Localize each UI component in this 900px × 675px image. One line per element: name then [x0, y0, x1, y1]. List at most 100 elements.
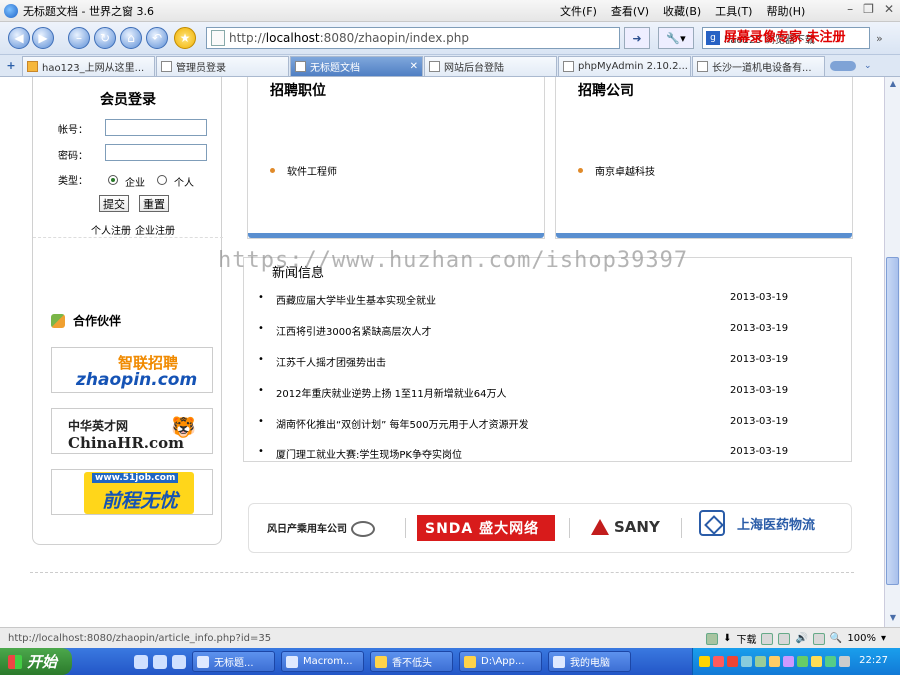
company-item[interactable]: 南京卓越科技: [578, 163, 655, 178]
maximize-icon[interactable]: ❐: [863, 2, 874, 16]
menu-favorites[interactable]: 收藏(B): [663, 3, 701, 19]
zoom-dropdown-icon[interactable]: ▾: [881, 633, 886, 644]
scroll-thumb[interactable]: [886, 257, 899, 585]
sany-logo[interactable]: SANY: [591, 518, 660, 536]
quicklaunch-icon[interactable]: [172, 654, 186, 669]
monitor-icon[interactable]: [812, 632, 825, 645]
taskbar-button-my-computer[interactable]: 我的电脑: [548, 651, 631, 672]
tray-icon[interactable]: [727, 656, 738, 667]
taskbar-button-app-folder[interactable]: D:\App...: [459, 651, 542, 672]
undo-icon[interactable]: ↶: [146, 27, 168, 49]
news-item-title[interactable]: 2012年重庆就业逆势上扬 1至11月新增就业64万人: [276, 385, 506, 400]
snda-logo[interactable]: SNDA 盛大网络: [417, 515, 555, 541]
tray-icon[interactable]: [839, 656, 850, 667]
download-label[interactable]: 下载: [736, 631, 756, 646]
forward-icon[interactable]: ▶: [32, 27, 54, 49]
refresh-icon[interactable]: ↻: [94, 27, 116, 49]
account-input[interactable]: [105, 119, 207, 136]
type-radio-person[interactable]: [157, 175, 167, 185]
51job-logo[interactable]: www.51job.com 前程无忧: [51, 469, 213, 515]
quick-launch: [134, 654, 186, 669]
zoom-level[interactable]: 100%: [847, 633, 876, 644]
taskbar-button-folder[interactable]: 香不低头: [370, 651, 453, 672]
taskbar-button-browser[interactable]: 无标题...: [192, 651, 275, 672]
taskbar: 开始 无标题... Macrom... 香不低头 D:\App... 我的电脑 …: [0, 648, 900, 675]
page-icon[interactable]: [761, 632, 774, 645]
new-tab-icon[interactable]: +: [0, 59, 22, 72]
tray-icon[interactable]: [769, 656, 780, 667]
tray-icon[interactable]: [783, 656, 794, 667]
zhaopin-logo[interactable]: 智联招聘 zhaopin.com: [51, 347, 213, 393]
tray-icon[interactable]: [741, 656, 752, 667]
start-button[interactable]: 开始: [0, 648, 72, 675]
tray-icon[interactable]: [811, 656, 822, 667]
partners-icon: [51, 313, 65, 328]
page-icon: [211, 30, 225, 46]
news-item-title[interactable]: 江苏千人摇才团强势出击: [276, 354, 386, 369]
shaphar-mark-icon: [699, 510, 725, 536]
chinahr-logo[interactable]: 中华英才网 ChinaHR.com 🐯: [51, 408, 213, 454]
quicklaunch-icon[interactable]: [153, 654, 167, 669]
scroll-up-icon[interactable]: ▲: [887, 79, 899, 91]
password-input[interactable]: [105, 144, 207, 161]
tray-icon[interactable]: [713, 656, 724, 667]
type-label: 类型：: [58, 176, 88, 187]
go-arrow-icon[interactable]: ➜: [624, 27, 650, 49]
menu-view[interactable]: 查看(V): [611, 3, 649, 19]
tab-admin-login[interactable]: 管理员登录: [156, 55, 289, 76]
menu-tools[interactable]: 工具(T): [715, 3, 752, 19]
zoom-icon[interactable]: 🔍: [830, 633, 842, 644]
tab-changsha[interactable]: 长沙一道机电设备有...: [692, 55, 825, 76]
address-url[interactable]: http://localhost:8080/zhaopin/index.php: [229, 31, 469, 45]
tools-menu-button[interactable]: 🔧▾: [658, 27, 694, 49]
home-icon[interactable]: ⌂: [120, 27, 142, 49]
news-item-title[interactable]: 西藏应届大学毕业生基本实现全就业: [276, 292, 436, 307]
tray-icon[interactable]: [755, 656, 766, 667]
news-item-title[interactable]: 湖南怀化推出“双创计划” 每年500万元用于人才资源开发: [276, 416, 529, 431]
news-item-date: 2013-03-19: [730, 385, 789, 396]
tray-icon[interactable]: [797, 656, 808, 667]
address-bar[interactable]: http://localhost:8080/zhaopin/index.php: [206, 27, 620, 49]
sponsor-logos: 风日产乘用车公司 SNDA 盛大网络 SANY 上海医药物流: [248, 503, 852, 553]
print-icon[interactable]: [778, 632, 791, 645]
register-person-link[interactable]: 个人注册: [91, 222, 131, 237]
tab-untitled[interactable]: 无标题文档 ✕: [290, 55, 423, 76]
tray-icon[interactable]: [825, 656, 836, 667]
news-item-title[interactable]: 江西将引进3000名紧缺高层次人才: [276, 323, 431, 338]
tab-phpmyadmin[interactable]: phpMyAdmin 2.10.2...: [558, 55, 691, 76]
download-icon[interactable]: ⬇: [723, 633, 731, 644]
tab-close-icon[interactable]: ✕: [410, 61, 418, 72]
minimize-icon[interactable]: –: [847, 2, 853, 16]
vertical-scrollbar[interactable]: ▲ ▼: [884, 77, 900, 627]
job-item[interactable]: 软件工程师: [270, 163, 337, 178]
nissan-logo[interactable]: 风日产乘用车公司: [267, 520, 375, 537]
taskbar-button-macromedia[interactable]: Macrom...: [281, 651, 364, 672]
register-links: 个人注册 企业注册: [91, 222, 175, 237]
companies-box: 招聘公司 南京卓越科技: [555, 77, 853, 239]
favorite-star-icon[interactable]: ★: [174, 27, 196, 49]
sound-icon[interactable]: 🔊: [795, 633, 807, 644]
more-chevron-icon[interactable]: »: [876, 32, 883, 45]
quicklaunch-icon[interactable]: [134, 654, 148, 669]
divider: [569, 518, 570, 538]
register-company-link[interactable]: 企业注册: [135, 222, 175, 237]
tab-scroll-icon[interactable]: [830, 60, 856, 71]
warning-icon[interactable]: [699, 656, 710, 667]
menu-help[interactable]: 帮助(H): [766, 3, 805, 19]
menu-file[interactable]: 文件(F): [560, 3, 597, 19]
submit-button[interactable]: 提交: [99, 195, 129, 212]
reset-button[interactable]: 重置: [139, 195, 169, 212]
type-radio-company[interactable]: [108, 175, 118, 185]
tab-hao123[interactable]: hao123_上网从这里...: [22, 55, 155, 76]
page-content: 会员登录 帐号： 密码： 类型： 企业 个人 提交 重置 个人注册 企业注册 合…: [0, 77, 884, 627]
stop-icon[interactable]: –: [68, 27, 90, 49]
shaphar-logo[interactable]: 上海医药物流: [699, 510, 815, 536]
tab-site-admin[interactable]: 网站后台登陆: [424, 55, 557, 76]
tab-list-icon[interactable]: ⌄: [864, 61, 872, 71]
scroll-down-icon[interactable]: ▼: [887, 613, 899, 625]
close-icon[interactable]: ✕: [884, 2, 894, 16]
news-item-title[interactable]: 厦门理工就业大赛:学生现场PK争夺实岗位: [276, 446, 462, 461]
chinahr-logo-zh: 中华英才网: [68, 419, 129, 433]
back-icon[interactable]: ◀: [8, 27, 30, 49]
screen-icon[interactable]: [706, 632, 719, 645]
